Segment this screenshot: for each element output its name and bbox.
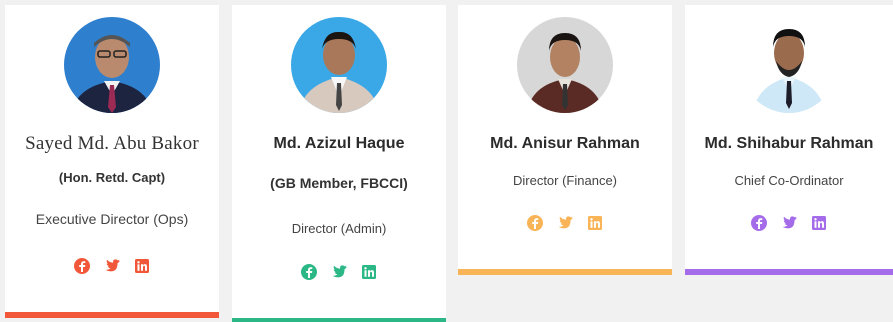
avatar (64, 17, 160, 113)
linkedin-icon[interactable] (586, 214, 604, 232)
member-name: Md. Shihabur Rahman (704, 135, 874, 152)
member-subtitle: (Hon. Retd. Capt) (58, 170, 166, 185)
member-role: Chief Co-Ordinator (734, 173, 844, 188)
accent-bar (685, 269, 893, 275)
social-links (685, 214, 893, 232)
avatar (291, 17, 387, 113)
linkedin-icon[interactable] (810, 214, 828, 232)
twitter-icon[interactable] (103, 257, 121, 275)
team-card-3: Md. Anisur Rahman Director (Finance) (458, 5, 672, 275)
accent-bar (5, 312, 219, 318)
member-name: Md. Azizul Haque (273, 135, 405, 152)
member-role: Executive Director (Ops) (35, 211, 189, 227)
team-card-1: Sayed Md. Abu Bakor (Hon. Retd. Capt) Ex… (5, 5, 219, 318)
avatar (741, 17, 837, 113)
member-name: Sayed Md. Abu Bakor (25, 133, 199, 154)
accent-bar (232, 318, 446, 322)
linkedin-icon[interactable] (133, 257, 151, 275)
twitter-icon[interactable] (330, 263, 348, 281)
linkedin-icon[interactable] (360, 263, 378, 281)
facebook-icon[interactable] (750, 214, 768, 232)
twitter-icon[interactable] (780, 214, 798, 232)
facebook-icon[interactable] (73, 257, 91, 275)
social-links (458, 214, 672, 232)
social-links (232, 263, 446, 281)
facebook-icon[interactable] (300, 263, 318, 281)
member-role: Director (Finance) (512, 173, 618, 188)
member-subtitle: (GB Member, FBCCI) (270, 175, 408, 191)
avatar (517, 17, 613, 113)
social-links (5, 257, 219, 275)
member-role: Director (Admin) (291, 221, 387, 236)
member-name: Md. Anisur Rahman (490, 135, 640, 152)
twitter-icon[interactable] (556, 214, 574, 232)
team-card-4: Md. Shihabur Rahman Chief Co-Ordinator (685, 5, 893, 275)
accent-bar (458, 269, 672, 275)
team-card-2: Md. Azizul Haque (GB Member, FBCCI) Dire… (232, 5, 446, 322)
facebook-icon[interactable] (526, 214, 544, 232)
